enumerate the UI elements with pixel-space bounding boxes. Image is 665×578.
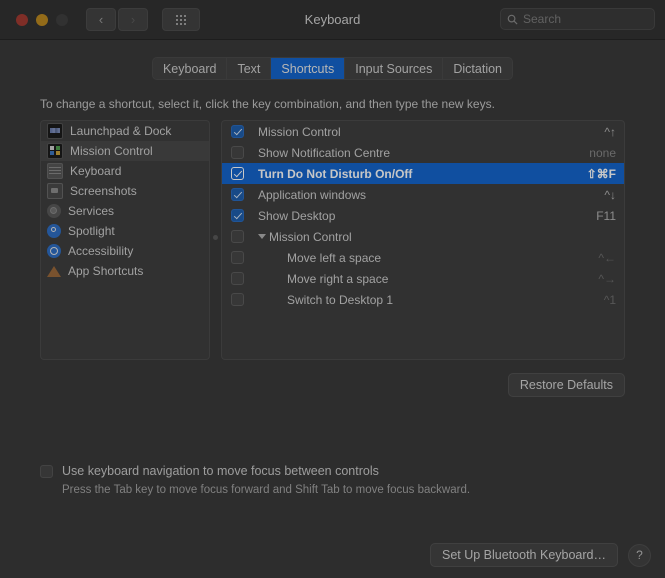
sidebar-item-label: Spotlight [68,224,115,238]
grid-icon [176,14,186,25]
table-row[interactable]: Mission Control ^↑ [222,121,624,142]
table-row[interactable]: Show Notification Centre none [222,142,624,163]
instructions-text: To change a shortcut, select it, click t… [40,97,495,111]
sidebar-item-mission-control[interactable]: Mission Control [41,141,209,161]
search-field[interactable] [500,8,655,30]
tab-bar: Keyboard Text Shortcuts Input Sources Di… [151,57,514,80]
tab-shortcuts[interactable]: Shortcuts [271,58,346,79]
category-list[interactable]: Launchpad & Dock Mission Control Keyboar… [40,120,210,360]
sidebar-item-screenshots[interactable]: Screenshots [41,181,209,201]
table-row[interactable]: Show Desktop F11 [222,205,624,226]
app-shortcuts-icon [47,264,61,278]
sidebar-item-label: Keyboard [70,164,122,178]
table-row-group[interactable]: Mission Control [222,226,624,247]
shortcut-checkbox[interactable] [231,272,244,285]
tab-keyboard[interactable]: Keyboard [152,58,228,79]
shortcut-label: Show Desktop [258,208,336,223]
keyboard-icon [47,163,63,179]
shortcut-checkbox[interactable] [231,230,244,243]
table-row[interactable]: Turn Do Not Disturb On/Off ⇧⌘F [222,163,624,184]
accessibility-icon [47,244,61,258]
sidebar-item-label: Services [68,204,115,218]
close-button[interactable] [16,13,28,26]
navigation-buttons: ‹ › [86,8,148,31]
shortcut-checkbox[interactable] [231,188,244,201]
traffic-lights [16,13,68,26]
services-icon [47,204,61,218]
shortcut-checkbox[interactable] [231,146,244,159]
shortcut-key[interactable]: ^1 [604,293,616,307]
keyboard-navigation-checkbox[interactable] [40,465,53,478]
chevron-down-icon[interactable] [258,234,266,239]
shortcuts-pane: To change a shortcut, select it, click t… [0,84,665,578]
tab-bar-container: Keyboard Text Shortcuts Input Sources Di… [0,40,665,84]
zoom-button[interactable] [56,13,68,26]
shortcut-key[interactable]: none [589,146,616,160]
split-view: Launchpad & Dock Mission Control Keyboar… [40,120,625,360]
shortcut-key[interactable]: ^← [598,251,616,265]
shortcut-key[interactable]: ⇧⌘F [587,167,616,181]
table-row[interactable]: Move left a space ^← [222,247,624,268]
sidebar-item-label: App Shortcuts [68,264,144,278]
shortcut-checkbox[interactable] [231,251,244,264]
keyboard-navigation-label: Use keyboard navigation to move focus be… [62,464,379,478]
shortcut-label: Turn Do Not Disturb On/Off [258,166,413,181]
screenshots-icon [47,183,63,199]
sidebar-item-label: Mission Control [70,144,153,158]
table-row[interactable]: Switch to Desktop 1 ^1 [222,289,624,310]
shortcut-label: Mission Control [258,124,341,139]
show-all-button[interactable] [162,8,200,31]
keyboard-navigation-row[interactable]: Use keyboard navigation to move focus be… [40,464,625,478]
sidebar-item-launchpad-dock[interactable]: Launchpad & Dock [41,121,209,141]
spotlight-icon [47,224,61,238]
sidebar-item-label: Screenshots [70,184,137,198]
tab-input-sources[interactable]: Input Sources [345,58,444,79]
restore-defaults-container: Restore Defaults [40,373,625,397]
shortcut-label: Move right a space [287,271,389,286]
sidebar-item-services[interactable]: Services [41,201,209,221]
shortcut-key[interactable]: F11 [596,209,616,223]
split-divider[interactable] [210,120,221,360]
shortcut-list[interactable]: Mission Control ^↑ Show Notification Cen… [221,120,625,360]
shortcut-label: Mission Control [269,229,352,244]
shortcut-checkbox[interactable] [231,167,244,180]
shortcut-label: Application windows [258,187,367,202]
shortcut-label: Switch to Desktop 1 [287,292,394,307]
sidebar-item-spotlight[interactable]: Spotlight [41,221,209,241]
shortcut-checkbox[interactable] [231,125,244,138]
shortcut-label: Move left a space [287,250,382,265]
forward-button[interactable]: › [118,8,148,31]
split-divider-handle[interactable] [213,235,218,240]
shortcut-checkbox[interactable] [231,293,244,306]
help-button[interactable]: ? [628,543,651,567]
restore-defaults-button[interactable]: Restore Defaults [507,373,625,397]
sidebar-item-accessibility[interactable]: Accessibility [41,241,209,261]
shortcut-key[interactable]: ^↓ [604,188,616,202]
shortcut-checkbox[interactable] [231,209,244,222]
shortcut-label: Show Notification Centre [258,145,391,160]
preferences-window: ‹ › Keyboard Keyboard Text Shortcuts Inp… [0,0,665,578]
sidebar-item-label: Accessibility [68,244,134,258]
shortcut-group-label: Mission Control [258,230,616,244]
back-button[interactable]: ‹ [86,8,116,31]
table-row[interactable]: Application windows ^↓ [222,184,624,205]
search-icon [507,14,518,25]
shortcut-key[interactable]: ^↑ [604,125,616,139]
sidebar-item-app-shortcuts[interactable]: App Shortcuts [41,261,209,281]
sidebar-item-keyboard[interactable]: Keyboard [41,161,209,181]
search-input[interactable] [523,12,648,26]
minimize-button[interactable] [36,13,48,26]
mission-control-icon [47,143,63,159]
launchpad-dock-icon [47,123,63,139]
window-titlebar: ‹ › Keyboard [0,0,665,40]
keyboard-navigation-description: Press the Tab key to move focus forward … [62,484,471,496]
window-footer: Set Up Bluetooth Keyboard… ? [0,532,665,578]
shortcut-key[interactable]: ^→ [598,272,616,286]
sidebar-item-label: Launchpad & Dock [70,124,172,138]
tab-dictation[interactable]: Dictation [443,58,513,79]
table-row[interactable]: Move right a space ^→ [222,268,624,289]
set-up-bluetooth-keyboard-button[interactable]: Set Up Bluetooth Keyboard… [430,543,618,567]
tab-text[interactable]: Text [227,58,272,79]
